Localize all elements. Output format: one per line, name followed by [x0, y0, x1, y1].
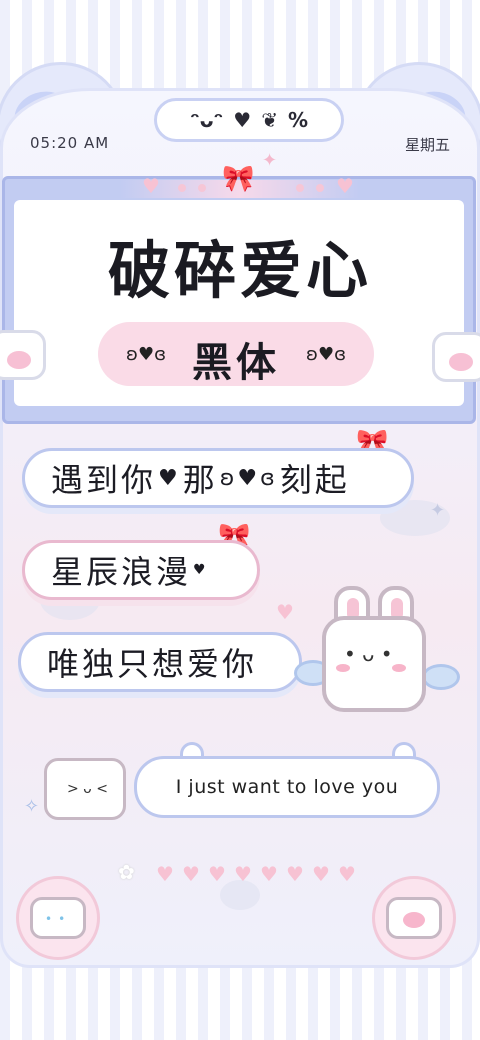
heart-icon: ♥ — [142, 174, 160, 198]
paw-icon — [0, 330, 46, 380]
phrase-text: 星辰浪漫 — [51, 553, 192, 591]
bubble-text: I just want to love you — [175, 776, 399, 798]
phrase-pill-2[interactable]: 星辰浪漫 ♥ — [22, 540, 260, 600]
top-icon-pill[interactable]: ᵔᴗᵔ ♥ ❦ % — [154, 98, 344, 142]
heart-icon: ♥ — [234, 862, 252, 886]
status-time: 05:20 AM — [30, 134, 110, 152]
heart-icon: ♥ — [286, 862, 304, 886]
phrase-text: 遇到你 — [51, 461, 157, 499]
heart-icon: ♥ — [208, 862, 226, 886]
broken-heart-icon: ♥ — [233, 108, 252, 132]
heart-icon: ♥ — [182, 862, 200, 886]
dot-decoration — [198, 184, 206, 192]
pixel-bunny: • ᴗ • — [312, 586, 434, 720]
paw-icon — [432, 332, 480, 382]
paw-icon — [386, 897, 442, 939]
hearts-icon: ❦ — [261, 108, 278, 132]
heart-icon: ♥ — [336, 174, 354, 198]
winged-heart-icon: ʚ♥ɞ — [306, 344, 347, 365]
dot-decoration — [316, 184, 324, 192]
phrase-text: 唯独只想爱你 — [47, 645, 258, 683]
speech-bubble[interactable]: I just want to love you — [134, 756, 440, 818]
heart-icon: ♥ — [276, 600, 294, 624]
status-weekday: 星期五 — [404, 136, 450, 154]
wallpaper: 05:20 AM 星期五 ᵔᴗᵔ ♥ ❦ % ♥ ♥ 🎀 ✦ 破碎爱心 黑体 ʚ… — [0, 0, 480, 1040]
heart-icon: ♥ — [312, 862, 330, 886]
heart-icon: ♥ — [338, 862, 356, 886]
dot-decoration — [178, 184, 186, 192]
heart-icon: ♥ — [193, 562, 209, 578]
main-title: 破碎爱心 — [107, 234, 372, 307]
percent-icon: % — [287, 108, 308, 132]
sparkle-icon: ✦ — [262, 150, 278, 171]
phrase-pill-3[interactable]: 唯独只想爱你 — [18, 632, 302, 692]
winged-heart-icon: ʚ♥ɞ — [126, 344, 167, 365]
smile-face-icon: ᵔᴗᵔ — [189, 108, 224, 132]
bow-icon: 🎀 — [222, 164, 255, 194]
phrase-text: 那 — [182, 461, 218, 499]
paw-icon: ✿ — [118, 860, 135, 884]
dot-decoration — [296, 184, 304, 192]
phrase-pill-1[interactable]: 遇到你 ♥ 那 ʚ♥ɞ 刻起 — [22, 448, 414, 508]
broken-heart-icon: ♥ — [158, 465, 181, 491]
bunny-face-icon: •• — [30, 897, 86, 939]
heart-icon: ♥ — [260, 862, 278, 886]
heart-icon: ♥ — [156, 862, 174, 886]
winged-heart-icon: ʚ♥ɞ — [219, 465, 278, 491]
candy-icon: ✧ — [24, 796, 40, 817]
paw-button[interactable] — [372, 876, 456, 960]
mini-bunny-icon: > ᴗ < — [44, 758, 126, 820]
bunny-face-button[interactable]: •• — [16, 876, 100, 960]
sparkle-icon: ✦ — [430, 500, 446, 521]
phrase-text: 刻起 — [279, 461, 350, 499]
